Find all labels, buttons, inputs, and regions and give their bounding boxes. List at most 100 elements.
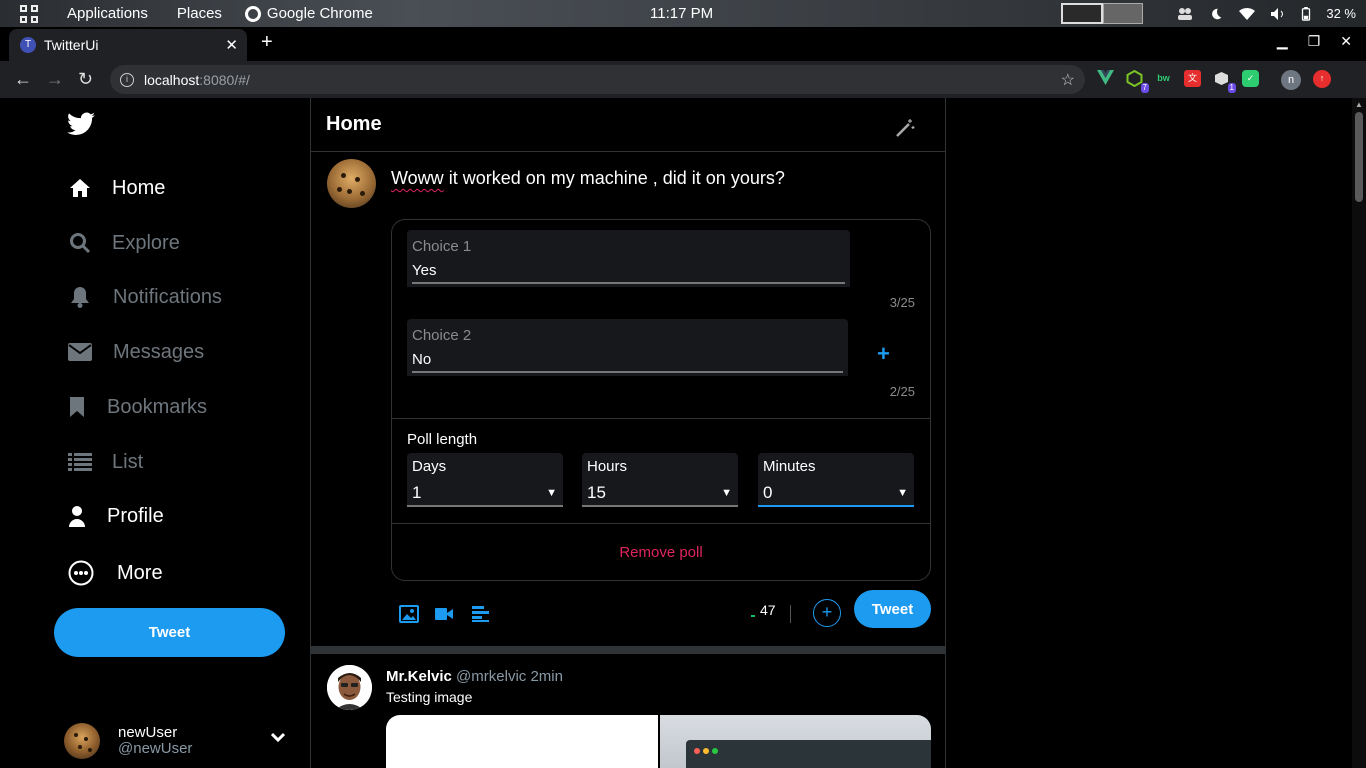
- clock[interactable]: 11:17 PM: [650, 5, 713, 22]
- bookmark-star-icon[interactable]: ☆: [1061, 70, 1075, 90]
- select-value: 0: [763, 483, 773, 502]
- update-icon[interactable]: ↑: [1313, 70, 1331, 88]
- poll-icon[interactable]: [471, 605, 491, 623]
- character-counter: 47: [751, 602, 776, 618]
- select-label: Hours: [587, 458, 628, 475]
- bell-icon: [67, 284, 93, 310]
- applications-menu[interactable]: Applications: [67, 5, 148, 22]
- active-app-label[interactable]: Google Chrome: [267, 5, 373, 22]
- page-content: Home Explore Notifications Messages Book…: [0, 98, 1352, 768]
- sidebar-item-notifications[interactable]: Notifications: [67, 284, 222, 310]
- bw-icon[interactable]: bw: [1155, 70, 1172, 87]
- hours-select[interactable]: Hours 15 ▼: [582, 453, 738, 507]
- select-value: 1: [412, 483, 422, 502]
- sidebar-item-label: More: [117, 561, 163, 584]
- main-feed: Home Woww it worked on my machine , did …: [310, 98, 946, 768]
- sidebar-tweet-button[interactable]: Tweet: [54, 608, 285, 657]
- node-icon[interactable]: 7: [1126, 69, 1149, 93]
- tab-title: TwitterUi: [44, 37, 99, 53]
- remove-poll-button[interactable]: Remove poll: [392, 523, 930, 581]
- reload-icon[interactable]: ↻: [78, 69, 96, 90]
- select-label: Minutes: [763, 458, 816, 475]
- system-tray: 32 %: [1177, 6, 1356, 21]
- choice-value: No: [412, 351, 432, 368]
- home-icon: [67, 175, 93, 201]
- volume-icon[interactable]: [1270, 7, 1286, 21]
- author-name[interactable]: Mr.Kelvic: [386, 668, 452, 685]
- tweet-submit-button[interactable]: Tweet: [854, 590, 931, 628]
- sidebar-item-list[interactable]: List: [67, 449, 143, 475]
- search-icon: [67, 230, 93, 256]
- sparkle-icon[interactable]: [895, 118, 915, 138]
- video-icon[interactable]: [434, 605, 454, 623]
- chrome-icon: [244, 5, 261, 22]
- compose-tweet: Woww it worked on my machine , did it on…: [311, 152, 945, 646]
- vue-devtools-icon[interactable]: [1097, 70, 1114, 87]
- dropdown-caret-icon: ▼: [546, 487, 557, 499]
- choice-2-field[interactable]: Choice 2 No: [407, 319, 848, 376]
- twitter-logo-icon[interactable]: [67, 112, 95, 136]
- sidebar-item-profile[interactable]: Profile: [64, 503, 164, 529]
- workspace-1[interactable]: [1061, 3, 1103, 24]
- tweet-media[interactable]: [386, 715, 931, 768]
- avatar: [327, 665, 372, 710]
- app-grid-icon[interactable]: [20, 4, 38, 23]
- choice-2-count: 2/25: [889, 384, 915, 399]
- poll-editor: Choice 1 Yes 3/25 Choice 2 No + 2/25 Pol…: [391, 219, 931, 581]
- tweet-image-1[interactable]: [386, 715, 658, 768]
- profile-avatar[interactable]: n: [1281, 70, 1301, 90]
- battery-icon[interactable]: [1301, 6, 1311, 21]
- image-icon[interactable]: [399, 605, 419, 623]
- workspace-switcher[interactable]: [1061, 3, 1143, 24]
- account-name: newUser: [118, 724, 178, 741]
- page-scrollbar[interactable]: ▲: [1352, 98, 1366, 768]
- tweet-item[interactable]: Mr.Kelvic @mrkelvic 2min Testing image: [311, 654, 945, 768]
- chevron-down-icon[interactable]: [270, 729, 286, 747]
- places-menu[interactable]: Places: [177, 5, 222, 22]
- add-thread-button[interactable]: +: [813, 599, 841, 627]
- pocket-icon[interactable]: ✓: [1242, 70, 1259, 87]
- days-select[interactable]: Days 1 ▼: [407, 453, 563, 507]
- battery-percent: 32 %: [1326, 6, 1356, 21]
- account-switcher[interactable]: newUser @newUser: [64, 723, 294, 759]
- sidebar-item-label: Profile: [107, 504, 164, 527]
- tab-strip: T TwitterUi ✕ + ▁ ❐ ✕: [0, 27, 1366, 61]
- back-icon[interactable]: ←: [14, 69, 32, 90]
- site-info-icon[interactable]: i: [120, 72, 134, 87]
- sidebar-item-more[interactable]: More: [68, 560, 163, 586]
- address-bar[interactable]: i localhost:8080/#/ ☆: [110, 65, 1085, 94]
- tweet-image-2[interactable]: [658, 715, 931, 768]
- author-handle[interactable]: @mrkelvic: [456, 668, 526, 685]
- counter-indicator: [751, 615, 755, 617]
- translate-icon[interactable]: 文: [1184, 70, 1201, 87]
- restore-icon[interactable]: ❐: [1308, 33, 1321, 50]
- scroll-up-icon[interactable]: ▲: [1355, 100, 1363, 109]
- list-icon: [67, 449, 93, 475]
- minimize-icon[interactable]: ▁: [1277, 33, 1288, 50]
- poll-length-label: Poll length: [407, 431, 478, 448]
- add-choice-button[interactable]: +: [877, 341, 890, 367]
- sidebar-item-bookmarks[interactable]: Bookmarks: [64, 394, 207, 420]
- choice-1-count: 3/25: [889, 295, 915, 310]
- sidebar-item-home[interactable]: Home: [67, 175, 165, 201]
- night-light-icon[interactable]: [1208, 7, 1224, 21]
- select-value: 15: [587, 483, 606, 502]
- poll-length-section: Poll length Days 1 ▼ Hours 15 ▼ Minutes …: [392, 418, 930, 523]
- compose-text[interactable]: Woww it worked on my machine , did it on…: [391, 168, 785, 189]
- box-icon[interactable]: 1: [1213, 70, 1236, 93]
- sidebar-item-explore[interactable]: Explore: [67, 230, 180, 256]
- account-handle: @newUser: [118, 740, 193, 757]
- workspace-2[interactable]: [1103, 3, 1143, 24]
- sidebar-item-messages[interactable]: Messages: [67, 339, 204, 365]
- wifi-icon[interactable]: [1239, 7, 1256, 21]
- close-tab-icon[interactable]: ✕: [225, 36, 238, 54]
- people-icon[interactable]: [1177, 7, 1193, 21]
- new-tab-icon[interactable]: +: [261, 31, 273, 54]
- forward-icon[interactable]: →: [46, 69, 64, 90]
- minutes-select[interactable]: Minutes 0 ▼: [758, 453, 914, 507]
- close-window-icon[interactable]: ✕: [1340, 33, 1352, 50]
- choice-1-field[interactable]: Choice 1 Yes: [407, 230, 850, 287]
- browser-tab[interactable]: T TwitterUi ✕: [9, 29, 247, 61]
- sidebar-item-label: Bookmarks: [107, 395, 208, 418]
- scrollbar-thumb[interactable]: [1355, 112, 1363, 202]
